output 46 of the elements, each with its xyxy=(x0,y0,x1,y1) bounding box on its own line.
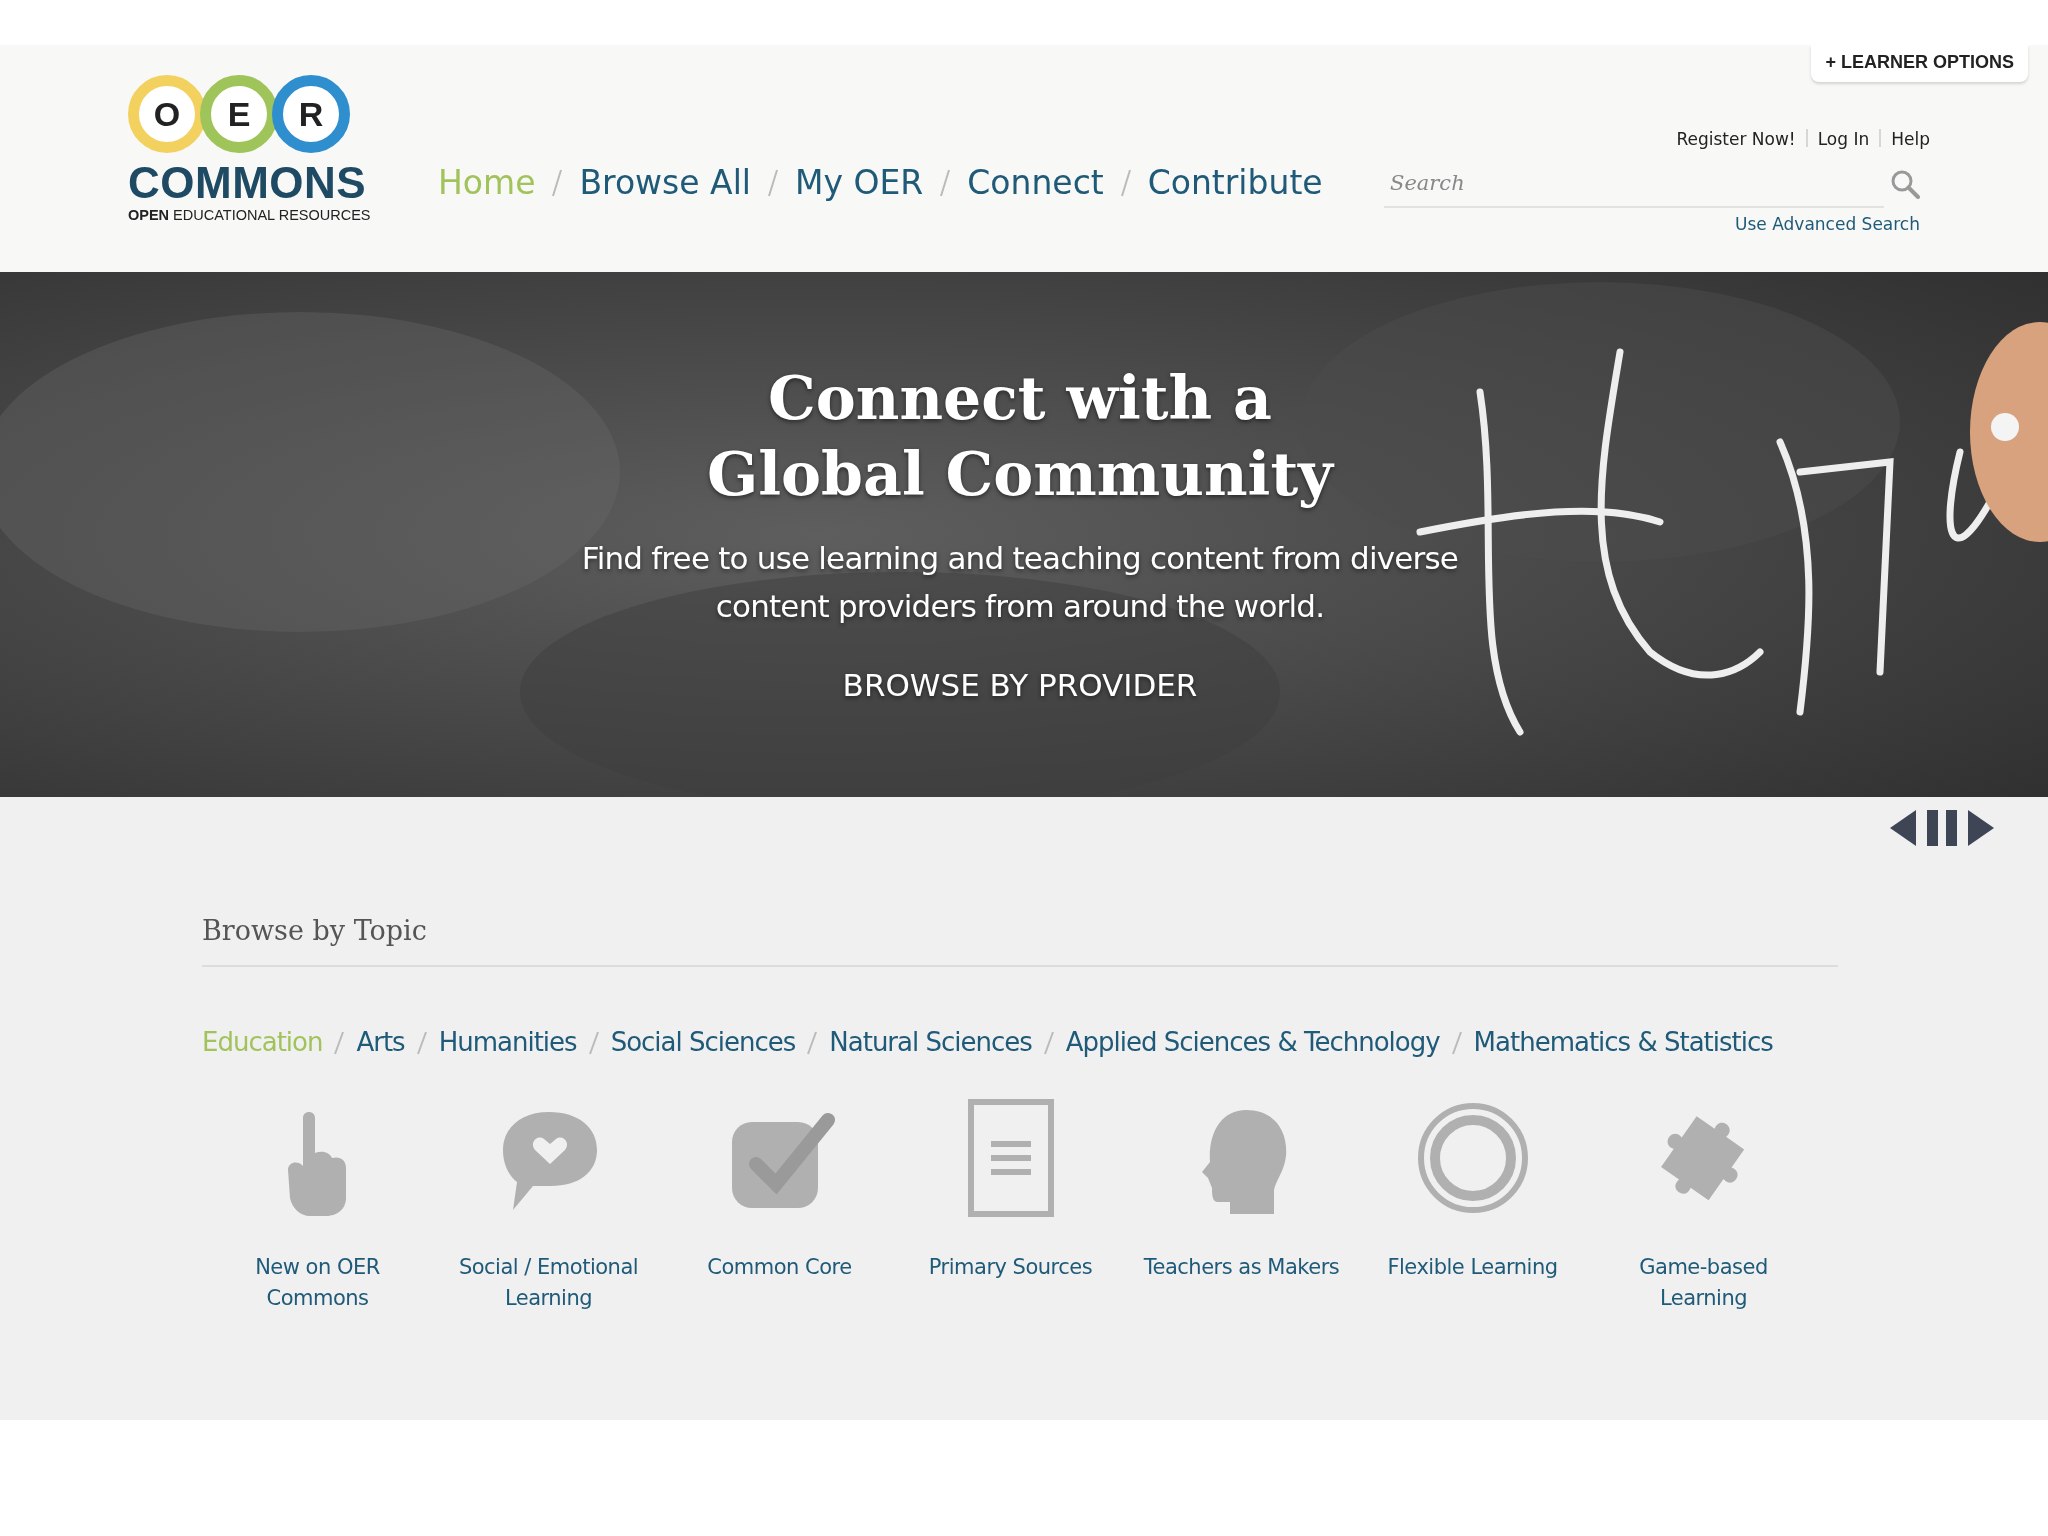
divider xyxy=(1043,1029,1054,1056)
hero-title: Connect with a Global Community xyxy=(706,362,1336,511)
topic-link[interactable]: Game-based Learning xyxy=(1639,1252,1768,1315)
divider xyxy=(939,168,952,198)
divider xyxy=(807,1029,818,1056)
account-link[interactable]: Register Now! xyxy=(1676,127,1796,153)
advanced-search-link[interactable]: Use Advanced Search xyxy=(1735,212,1920,238)
subject-tab[interactable]: Mathematics & Statistics xyxy=(1473,1023,1773,1063)
topic-link[interactable]: Primary Sources xyxy=(928,1252,1093,1284)
divider xyxy=(588,1029,599,1056)
divider xyxy=(416,1029,427,1056)
hero-subtitle: Find free to use learning and teaching content from diverse content providers from around the world. xyxy=(580,539,1460,626)
search-field[interactable]: Search xyxy=(1384,160,1884,208)
divider xyxy=(334,1029,345,1056)
divider xyxy=(551,168,564,198)
subject-tab[interactable]: Applied Sciences & Technology xyxy=(1065,1023,1440,1063)
nav-link[interactable]: Contribute xyxy=(1147,158,1323,208)
previous-button[interactable] xyxy=(1888,808,1918,848)
topic-link[interactable]: Common Core xyxy=(707,1252,852,1284)
nav-link[interactable]: Browse All xyxy=(579,158,751,208)
logo-wordmark: COMMONS xyxy=(128,161,368,205)
account-link[interactable]: Log In xyxy=(1817,127,1870,153)
divider xyxy=(767,168,779,198)
topic-link[interactable]: New on OER Commons xyxy=(255,1252,380,1315)
subject-tab[interactable]: Arts xyxy=(356,1023,405,1063)
next-button[interactable] xyxy=(1966,808,1996,848)
subject-tab[interactable]: Humanities xyxy=(438,1023,577,1063)
topic-link[interactable]: Social / Emotional Learning xyxy=(458,1252,639,1315)
divider xyxy=(1805,127,1808,147)
subject-tab[interactable]: Natural Sciences xyxy=(829,1023,1032,1063)
nav-link[interactable]: My OER xyxy=(795,158,924,208)
divider xyxy=(1879,127,1882,147)
topic-link[interactable]: Teachers as Makers xyxy=(1143,1252,1340,1284)
learner-options-button[interactable]: + LEARNER OPTIONS xyxy=(1811,45,2028,82)
logo-tagline: OPEN EDUCATIONAL RESOURCES xyxy=(128,206,372,225)
topic-link[interactable]: Flexible Learning xyxy=(1387,1252,1558,1284)
nav-link[interactable]: Connect xyxy=(967,158,1104,208)
logo-letter: R xyxy=(272,75,350,153)
search-icon[interactable] xyxy=(1890,169,1920,199)
subject-tab[interactable]: Social Sciences xyxy=(610,1023,796,1063)
browse-provider-link[interactable]: BROWSE BY PROVIDER xyxy=(842,662,1198,709)
section-heading: Browse by Topic xyxy=(202,915,1838,968)
account-link[interactable]: Help xyxy=(1891,127,1930,153)
divider xyxy=(1451,1029,1462,1056)
pause-button[interactable] xyxy=(1926,808,1958,848)
divider xyxy=(1119,168,1132,198)
